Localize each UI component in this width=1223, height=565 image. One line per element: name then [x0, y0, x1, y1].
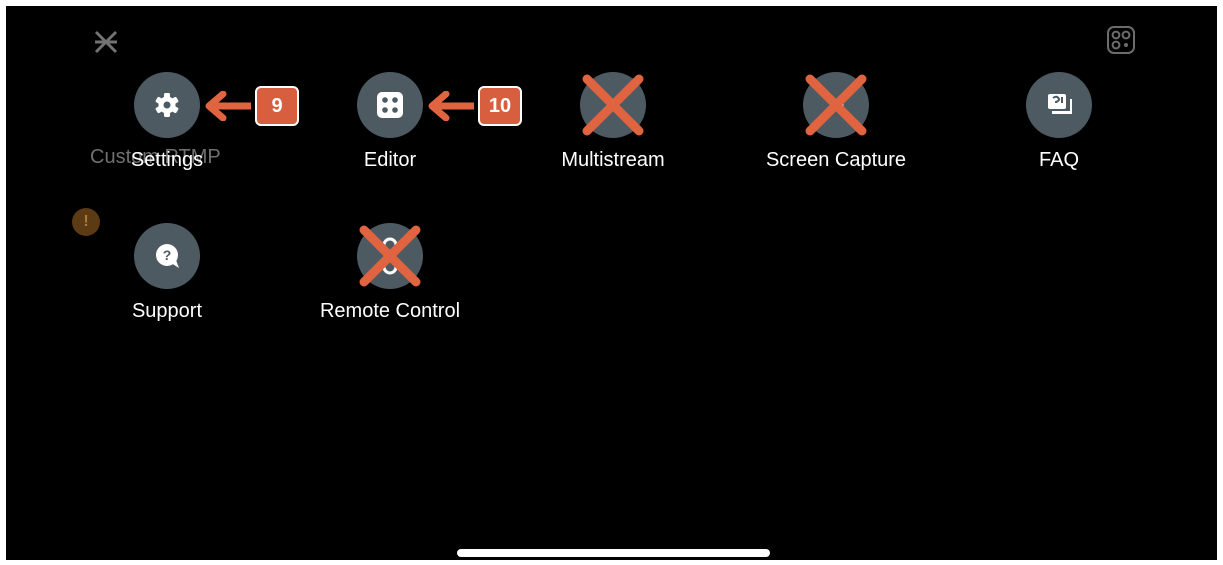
gear-icon: [155, 93, 179, 117]
unavailable-x-mark-icon: [582, 74, 644, 136]
question-bubble-icon: ?: [156, 244, 179, 268]
menu-item-label: Multistream: [561, 149, 665, 171]
camera-switch-icon[interactable]: [1105, 24, 1137, 56]
svg-text:?: ?: [163, 247, 172, 263]
menu-item-label: Editor: [363, 149, 417, 171]
menu-item-label: FAQ: [1038, 149, 1079, 171]
home-indicator[interactable]: [457, 549, 770, 557]
remote-control-button[interactable]: [357, 223, 423, 289]
faq-button[interactable]: [1026, 72, 1092, 138]
step-badge-editor: 10: [478, 86, 522, 126]
close-icon[interactable]: [92, 28, 120, 56]
app-screen: Custom RTMP ! Settings Editor Multistrea…: [6, 6, 1217, 560]
menu-item-label: Remote Control: [319, 300, 461, 322]
unavailable-x-mark-icon: [359, 225, 421, 287]
unavailable-x-mark-icon: [805, 74, 867, 136]
arrow-left-icon: [205, 91, 251, 121]
editor-button[interactable]: [357, 72, 423, 138]
menu-item-label: Settings: [130, 149, 204, 171]
multistream-button[interactable]: [580, 72, 646, 138]
settings-button[interactable]: [134, 72, 200, 138]
step-badge-settings: 9: [255, 86, 299, 126]
faq-icon: [1048, 94, 1072, 114]
grid-dots-icon: [377, 92, 403, 118]
warning-icon: !: [72, 208, 100, 236]
screen-capture-button[interactable]: [803, 72, 869, 138]
menu-item-label: Screen Capture: [765, 149, 907, 171]
support-button[interactable]: ?: [134, 223, 200, 289]
menu-item-label: Support: [131, 300, 203, 322]
arrow-left-icon: [428, 91, 474, 121]
